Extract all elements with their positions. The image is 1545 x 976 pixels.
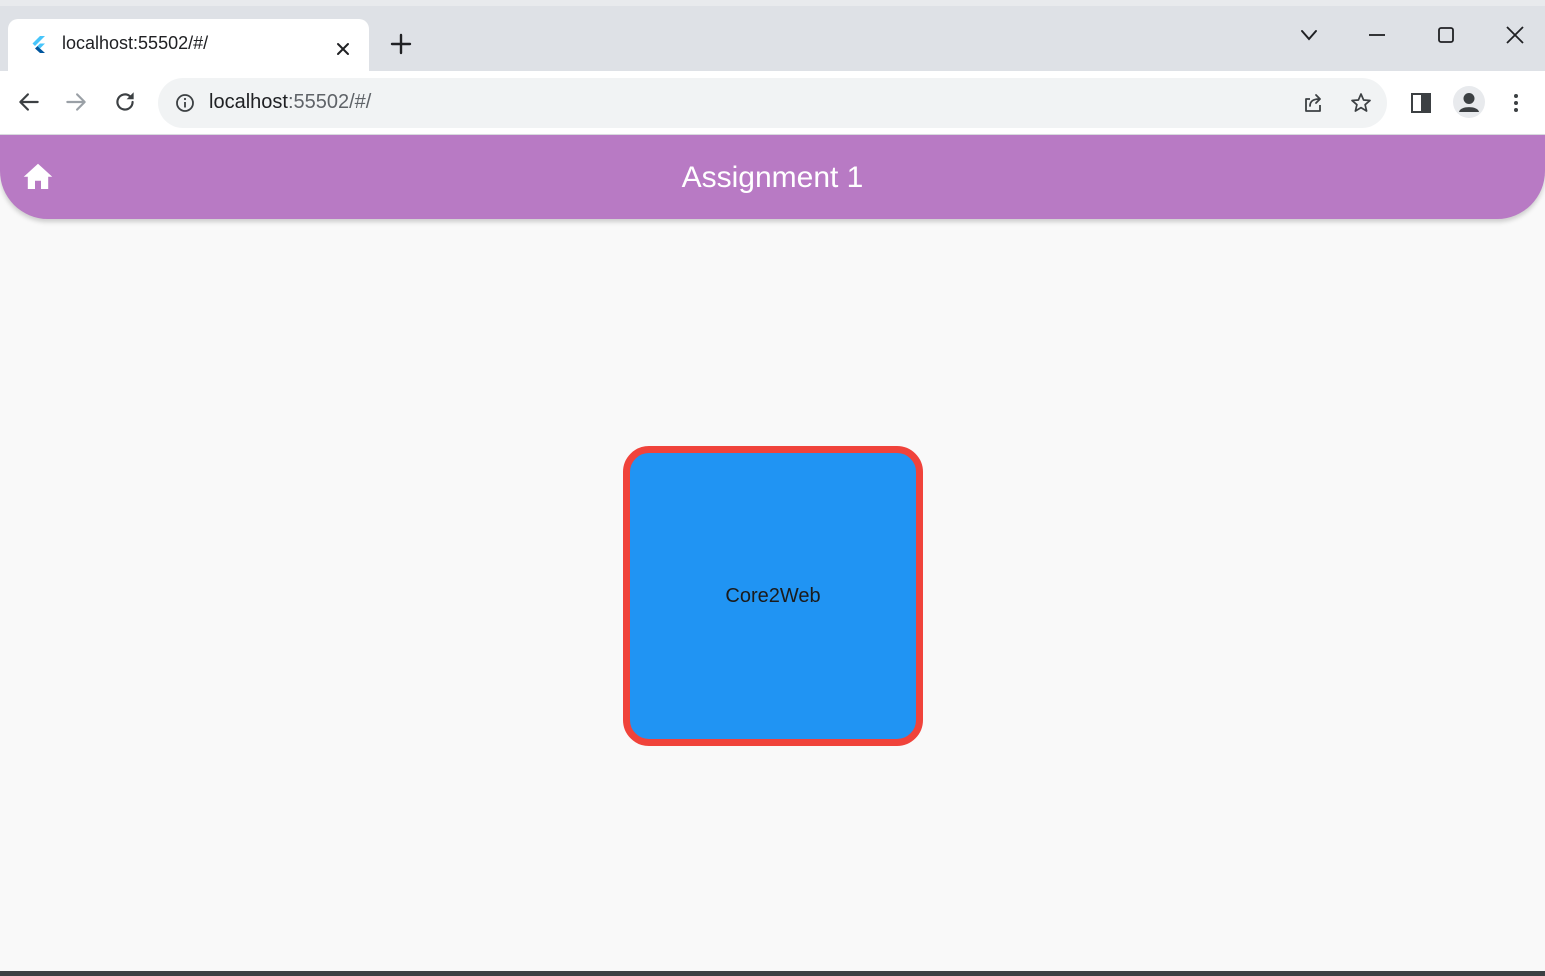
app-bar: Assignment 1 <box>0 135 1545 219</box>
new-tab-icon[interactable] <box>389 32 413 56</box>
url-text[interactable]: localhost:55502/#/ <box>209 91 371 114</box>
app-title: Assignment 1 <box>681 161 864 194</box>
maximize-icon <box>1438 27 1454 43</box>
browser-tab[interactable]: localhost:55502/#/ <box>8 19 369 77</box>
menu-button[interactable] <box>1502 89 1530 117</box>
side-panel-icon <box>1411 93 1431 113</box>
minimize-icon <box>1369 34 1385 36</box>
info-icon[interactable] <box>175 93 195 113</box>
address-bar[interactable]: localhost:55502/#/ <box>158 78 1387 128</box>
back-icon <box>19 93 39 111</box>
reload-icon <box>116 92 134 111</box>
tab-title: localhost:55502/#/ <box>62 33 209 53</box>
url-host: localhost <box>209 91 288 113</box>
maximize-button[interactable] <box>1431 20 1461 50</box>
forward-icon <box>66 93 86 111</box>
reload-button[interactable] <box>109 86 141 118</box>
profile-icon <box>1459 93 1479 112</box>
card-label: Core2Web <box>725 584 821 607</box>
profile-avatar[interactable] <box>1453 86 1485 118</box>
share-icon[interactable] <box>1301 91 1325 115</box>
browser-toolbar: localhost:55502/#/ <box>0 71 1545 135</box>
side-panel-button[interactable] <box>1407 89 1435 117</box>
forward-button[interactable] <box>60 86 92 118</box>
chevron-down-icon <box>1301 30 1317 41</box>
close-tab-icon[interactable] <box>335 41 351 57</box>
tab-strip: localhost:55502/#/ <box>0 0 1545 77</box>
close-icon <box>1506 26 1524 44</box>
core2web-card: Core2Web <box>623 446 923 746</box>
url-path: :55502/#/ <box>287 91 372 113</box>
close-window-button[interactable] <box>1500 20 1530 50</box>
window-bottom-border <box>0 971 1545 976</box>
menu-kebab-icon <box>1514 94 1518 112</box>
tab-search-button[interactable] <box>1294 20 1324 50</box>
flutter-icon <box>32 36 45 53</box>
minimize-button[interactable] <box>1362 20 1392 50</box>
bookmark-star-icon[interactable] <box>1349 91 1373 115</box>
back-button[interactable] <box>13 86 45 118</box>
